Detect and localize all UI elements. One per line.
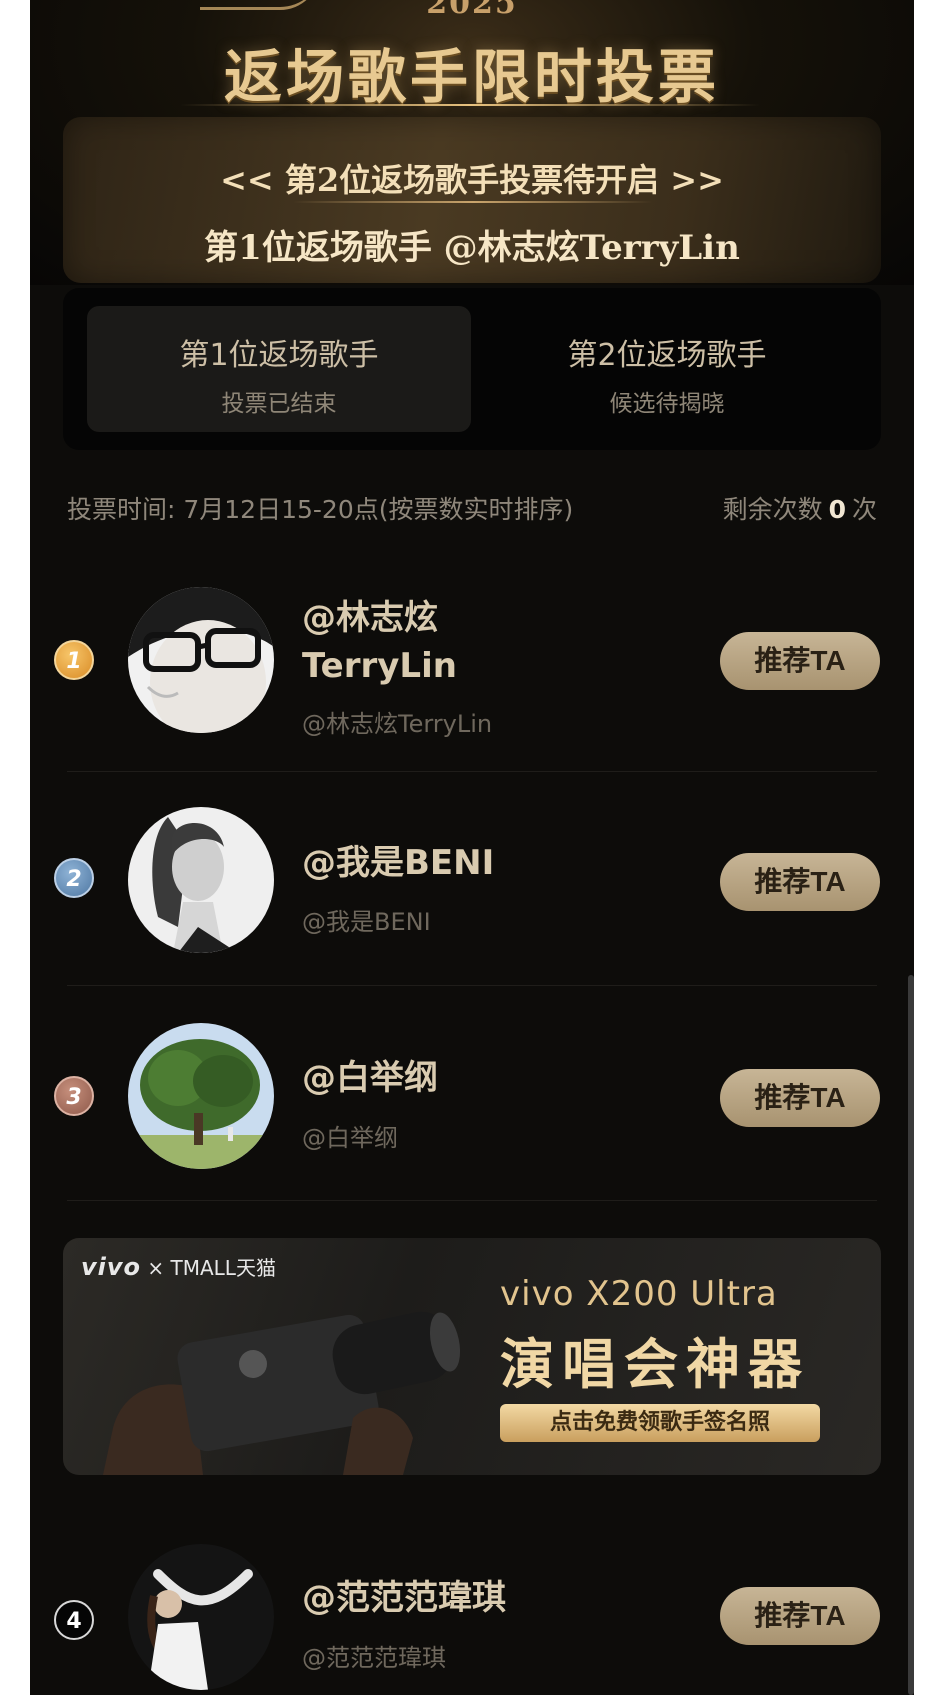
app-screen: 2025 返场歌手限时投票 << 第2位返场歌手投票待开启 >> 第1位返场歌手… — [30, 0, 914, 1695]
avatar[interactable] — [128, 1544, 274, 1690]
recommend-button[interactable]: 推荐TA — [720, 853, 880, 911]
avatar[interactable] — [128, 1023, 274, 1169]
vote-time: 投票时间: 7月12日15-20点(按票数实时排序) — [67, 495, 574, 524]
singer-name-line2: TerryLin — [302, 646, 457, 686]
tab-title: 第1位返场歌手 — [179, 338, 379, 373]
remaining-count: 0 — [828, 495, 846, 524]
singer-name: @范范范瑋琪 — [302, 1578, 506, 1618]
ad-cta-button[interactable]: 点击免费领歌手签名照 — [500, 1404, 820, 1442]
row-divider — [67, 771, 877, 772]
recommend-button[interactable]: 推荐TA — [720, 1587, 880, 1645]
singer-handle: @范范范瑋琪 — [302, 1644, 446, 1672]
singer-name: @林志炫 — [302, 598, 438, 638]
next-vote-notice: << 第2位返场歌手投票待开启 >> — [220, 161, 724, 199]
remaining-unit: 次 — [851, 495, 877, 524]
scrollbar[interactable] — [908, 975, 914, 1695]
vivo-logo: vivo — [81, 1253, 142, 1281]
first-singer-result: 第1位返场歌手 @林志炫TerryLin — [204, 228, 740, 268]
singer-name: @我是BENI — [302, 843, 495, 883]
brand-separator: × — [147, 1256, 165, 1280]
rank-badge: 4 — [54, 1600, 94, 1640]
recommend-button[interactable]: 推荐TA — [720, 632, 880, 690]
ad-model: vivo X200 Ultra — [500, 1274, 778, 1314]
tab-round-2[interactable]: 第2位返场歌手 候选待揭晓 — [475, 306, 859, 432]
avatar[interactable] — [128, 807, 274, 953]
round-tabs: 第1位返场歌手 投票已结束 第2位返场歌手 候选待揭晓 — [63, 288, 881, 450]
singer-name: @白举纲 — [302, 1058, 438, 1098]
list-item: 4 @范范范瑋琪 @范范范瑋琪 推荐TA — [30, 1536, 914, 1695]
year-label: 2025 — [426, 0, 518, 21]
status-banner: << 第2位返场歌手投票待开启 >> 第1位返场歌手 @林志炫TerryLin — [63, 117, 881, 283]
page-title: 返场歌手限时投票 — [223, 43, 720, 111]
phone-camera-image — [103, 1311, 461, 1475]
row-divider — [67, 985, 877, 986]
tab-round-1[interactable]: 第1位返场歌手 投票已结束 — [87, 306, 471, 432]
tab-title: 第2位返场歌手 — [567, 338, 767, 373]
avatar[interactable] — [128, 587, 274, 733]
singer-handle: @林志炫TerryLin — [302, 710, 493, 738]
rank-badge: 2 — [54, 858, 94, 898]
rank-badge: 3 — [54, 1076, 94, 1116]
row-divider — [67, 1200, 877, 1201]
remaining-label: 剩余次数 — [722, 495, 823, 524]
tab-status: 候选待揭晓 — [609, 391, 725, 417]
rank-badge: 1 — [54, 640, 94, 680]
ad-brand: vivo × TMALL天猫 — [81, 1252, 276, 1281]
tab-status: 投票已结束 — [221, 391, 337, 417]
singer-handle: @白举纲 — [302, 1124, 398, 1152]
hero-header: 2025 返场歌手限时投票 << 第2位返场歌手投票待开启 >> 第1位返场歌手… — [30, 0, 914, 285]
singer-handle: @我是BENI — [302, 908, 431, 936]
list-item: 2 @我是BENI @我是BENI 推荐TA — [30, 802, 914, 962]
vivo-ad-banner[interactable]: vivo × TMALL天猫 vivo X200 Ultra 演唱会神器 点击免… — [63, 1238, 881, 1475]
remaining-votes: 剩余次数 0 次 — [723, 490, 877, 526]
list-item: 1 @林志炫 TerryLin @林志炫TerryLin 推荐TA — [30, 580, 914, 740]
tmall-logo: TMALL天猫 — [170, 1256, 276, 1280]
recommend-button[interactable]: 推荐TA — [720, 1069, 880, 1127]
vote-info-row: 投票时间: 7月12日15-20点(按票数实时排序) 剩余次数 0 次 — [67, 490, 877, 530]
list-item: 3 @白举纲 @白举纲 推荐TA — [30, 1018, 914, 1178]
title-glow-line — [180, 104, 760, 106]
banner-divider — [293, 201, 653, 203]
ad-slogan: 演唱会神器 — [500, 1333, 810, 1396]
